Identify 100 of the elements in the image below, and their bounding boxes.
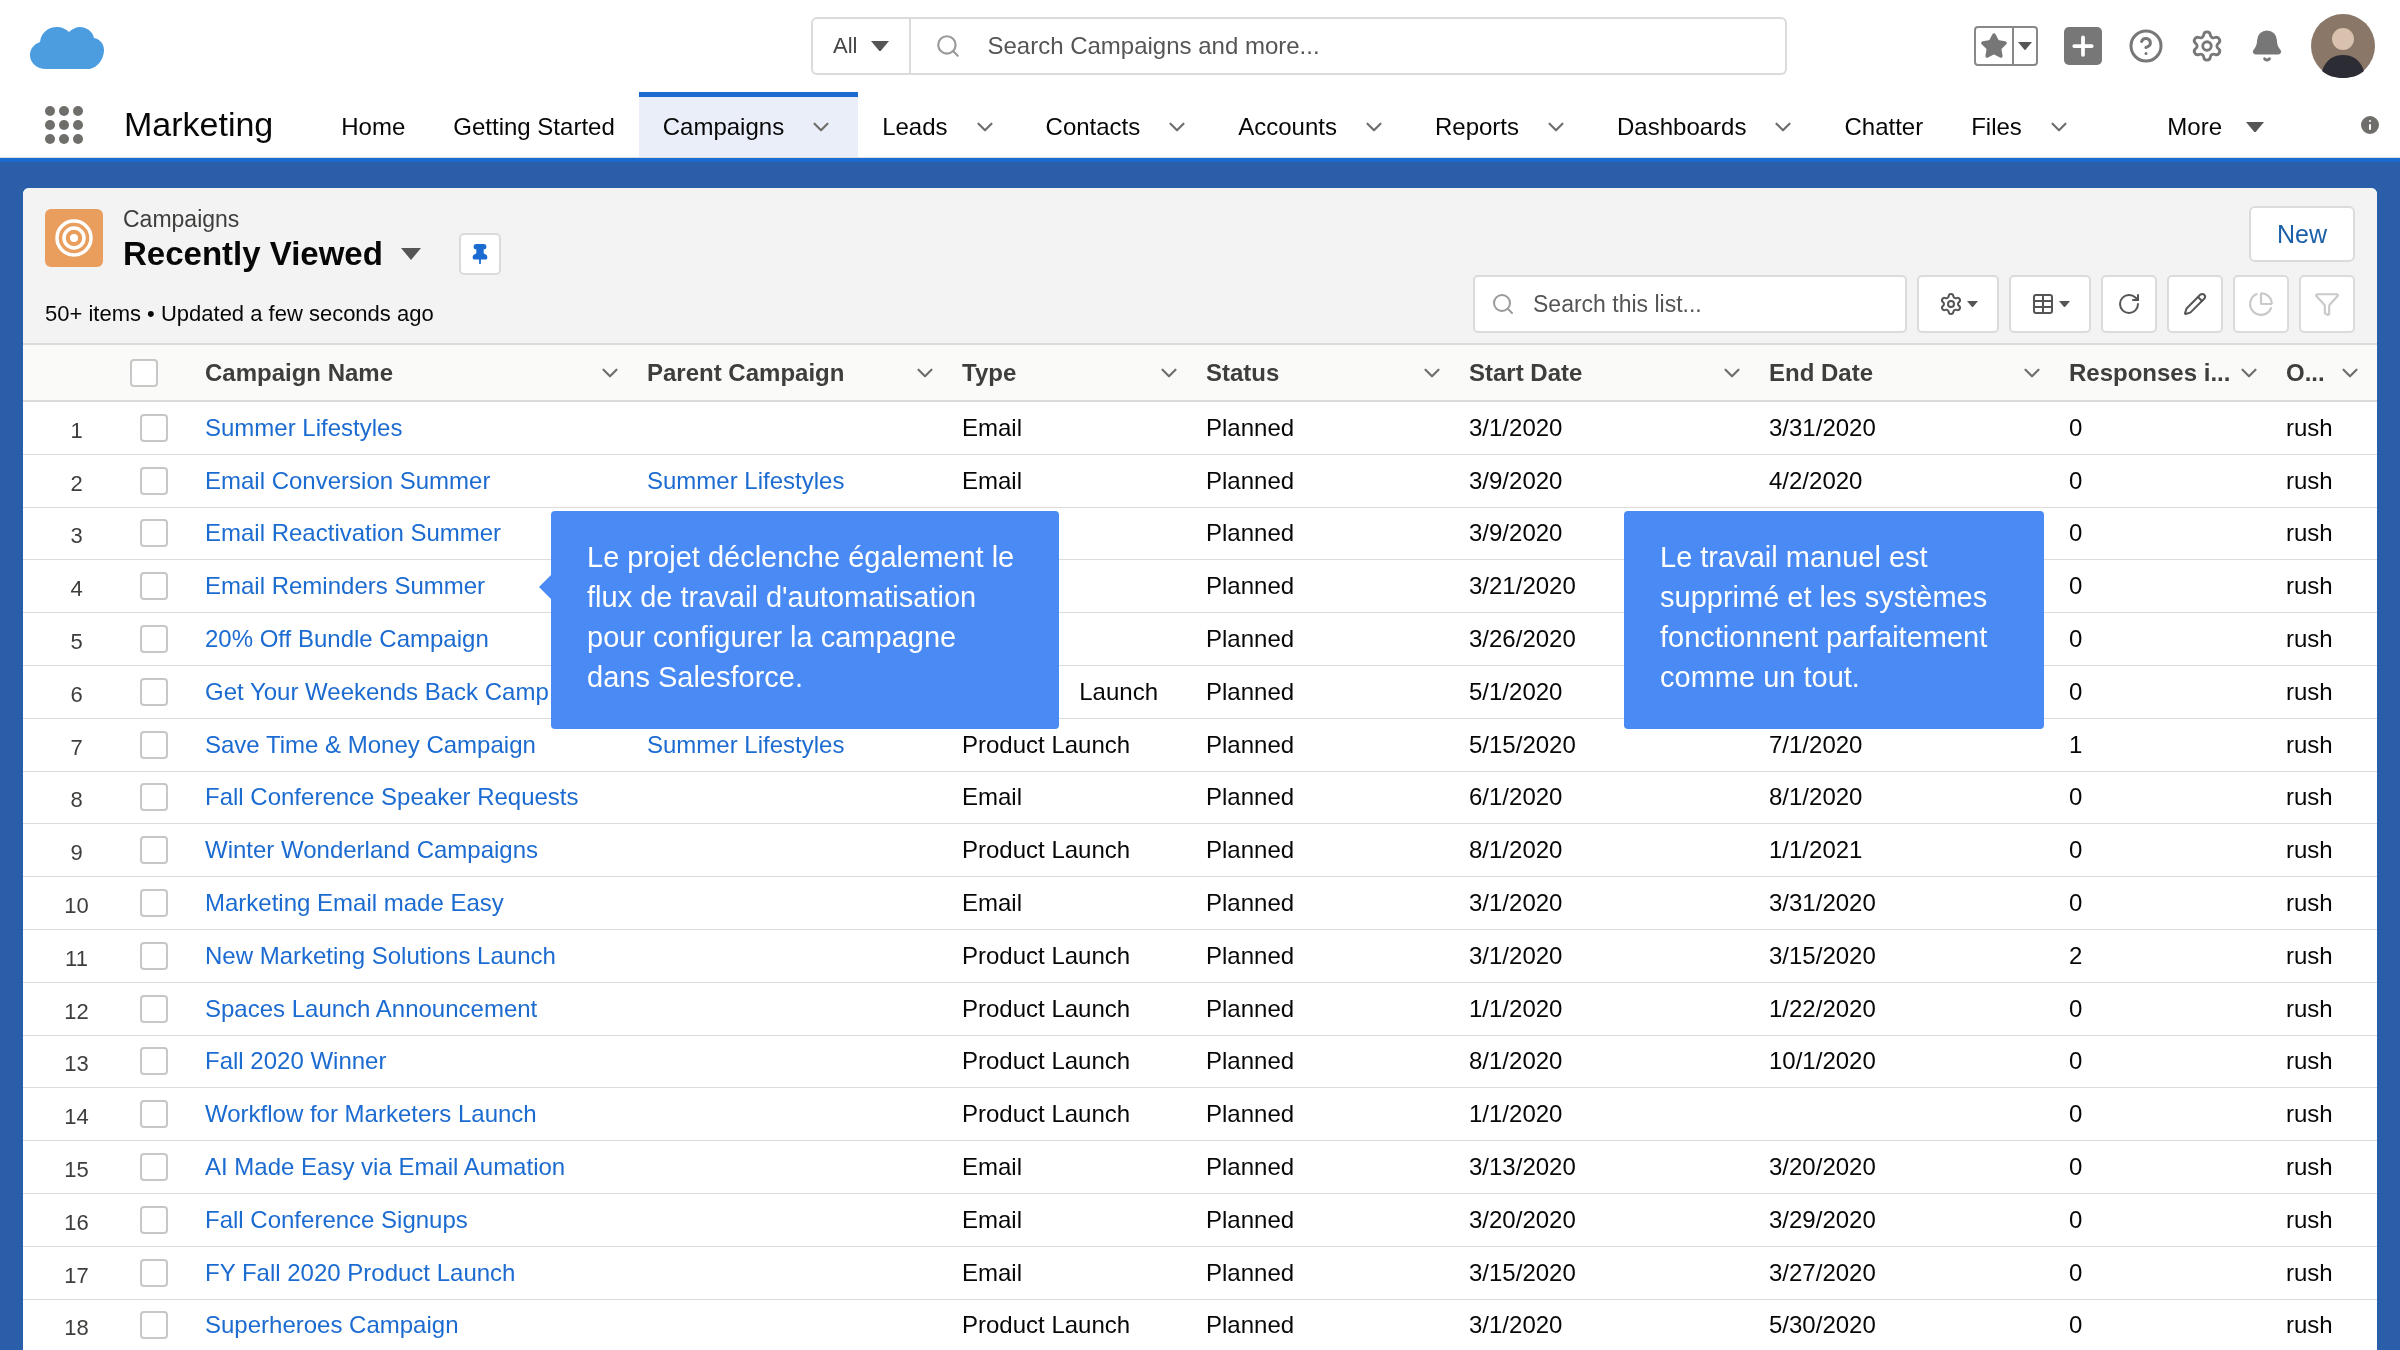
record-link[interactable]: AI Made Easy via Email Aumation bbox=[205, 1153, 566, 1182]
table-cell: rush bbox=[2286, 889, 2333, 918]
table-cell: 3/1/2020 bbox=[1469, 889, 1563, 918]
column-header[interactable]: Campaign Name bbox=[195, 345, 637, 402]
row-checkbox[interactable] bbox=[140, 1311, 168, 1340]
table-cell: 3/31/2020 bbox=[1769, 889, 1876, 918]
record-link[interactable]: Workflow for Marketers Launch bbox=[205, 1100, 537, 1129]
record-link[interactable]: Email Conversion Summer bbox=[205, 466, 491, 495]
nav-tab[interactable]: Campaigns bbox=[638, 92, 859, 157]
edit-button[interactable] bbox=[2167, 275, 2223, 333]
row-checkbox[interactable] bbox=[140, 519, 168, 548]
nav-tab[interactable]: Chatter bbox=[1820, 92, 1948, 157]
new-button[interactable]: New bbox=[2249, 206, 2355, 262]
row-number: 2 bbox=[23, 454, 130, 508]
record-link[interactable]: Fall Conference Signups bbox=[205, 1205, 468, 1234]
app-name: Marketing bbox=[124, 104, 274, 145]
caret-icon bbox=[1966, 300, 1978, 308]
record-link[interactable]: Summer Lifestyles bbox=[647, 466, 845, 495]
caret-icon bbox=[871, 40, 890, 52]
bell-icon[interactable] bbox=[2250, 29, 2284, 63]
row-checkbox[interactable] bbox=[140, 677, 168, 706]
avatar[interactable] bbox=[2310, 13, 2376, 79]
column-header[interactable]: Start Date bbox=[1459, 345, 1759, 402]
list-search-field[interactable]: Search this list... bbox=[1473, 275, 1907, 333]
record-link[interactable]: Summer Lifestyles bbox=[205, 413, 403, 442]
record-link[interactable]: 20% Off Bundle Campaign bbox=[205, 625, 489, 654]
column-header[interactable]: O... bbox=[2276, 345, 2377, 402]
select-all-checkbox[interactable] bbox=[130, 358, 158, 387]
row-number: 17 bbox=[23, 1246, 130, 1300]
table-cell: 0 bbox=[2069, 1047, 2083, 1076]
record-link[interactable]: Fall Conference Speaker Requests bbox=[205, 783, 579, 812]
table-cell: Planned bbox=[1206, 836, 1295, 865]
row-checkbox[interactable] bbox=[140, 889, 168, 918]
row-checkbox[interactable] bbox=[140, 994, 168, 1023]
record-link[interactable]: Email Reactivation Summer bbox=[205, 519, 502, 548]
table-cell: 3/15/2020 bbox=[1469, 1258, 1576, 1287]
record-link[interactable]: Email Reminders Summer bbox=[205, 572, 486, 601]
table-cell: 0 bbox=[2069, 889, 2083, 918]
record-link[interactable]: Save Time & Money Campaign bbox=[205, 730, 536, 759]
add-icon[interactable] bbox=[2064, 27, 2102, 65]
column-header[interactable]: Type bbox=[952, 345, 1196, 402]
global-search-field[interactable]: Search Campaigns and more... bbox=[911, 17, 1787, 75]
nav-tab[interactable]: Contacts bbox=[1021, 92, 1215, 157]
row-checkbox[interactable] bbox=[140, 625, 168, 654]
pie-chart-icon bbox=[2248, 291, 2274, 317]
row-number: 11 bbox=[23, 929, 130, 983]
app-launcher-icon[interactable] bbox=[44, 104, 84, 145]
record-link[interactable]: Spaces Launch Announcement bbox=[205, 994, 538, 1023]
row-checkbox[interactable] bbox=[140, 941, 168, 970]
search-scope-dropdown[interactable]: All bbox=[811, 17, 912, 75]
settings-button[interactable] bbox=[1917, 275, 1999, 333]
nav-tab[interactable]: Accounts bbox=[1214, 92, 1411, 157]
row-checkbox[interactable] bbox=[140, 466, 168, 495]
column-header[interactable]: Responses i... bbox=[2059, 345, 2276, 402]
row-number: 14 bbox=[23, 1088, 130, 1142]
record-link[interactable]: Summer Lifestyles bbox=[647, 730, 845, 759]
nav-tab[interactable]: Home bbox=[317, 92, 430, 157]
table-cell: Email bbox=[962, 889, 1022, 918]
row-checkbox[interactable] bbox=[140, 783, 168, 812]
table-cell: Planned bbox=[1206, 783, 1295, 812]
table-cell: Product Launch bbox=[962, 1047, 1131, 1076]
table-cell: 1/22/2020 bbox=[1769, 994, 1876, 1023]
table-cell: Planned bbox=[1206, 941, 1295, 970]
refresh-button[interactable] bbox=[2101, 275, 2157, 333]
nav-tab[interactable]: Leads bbox=[858, 92, 1022, 157]
row-checkbox[interactable] bbox=[140, 1205, 168, 1234]
table-cell: Planned bbox=[1206, 677, 1295, 706]
settings-icon[interactable] bbox=[2190, 29, 2224, 63]
favorites-button[interactable] bbox=[1974, 26, 2038, 66]
column-header[interactable]: Status bbox=[1196, 345, 1459, 402]
pin-button[interactable] bbox=[458, 233, 501, 275]
record-link[interactable]: Marketing Email made Easy bbox=[205, 889, 504, 918]
row-checkbox[interactable] bbox=[140, 730, 168, 759]
column-header[interactable]: Parent Campaign bbox=[637, 345, 952, 402]
row-checkbox[interactable] bbox=[140, 1153, 168, 1182]
column-header[interactable]: End Date bbox=[1759, 345, 2059, 402]
help-icon[interactable] bbox=[2128, 28, 2164, 64]
row-number: 4 bbox=[23, 560, 130, 614]
nav-tab[interactable]: Getting Started bbox=[429, 92, 639, 157]
row-checkbox[interactable] bbox=[140, 572, 168, 601]
table-cell: 3/1/2020 bbox=[1469, 941, 1563, 970]
row-checkbox[interactable] bbox=[140, 1047, 168, 1076]
record-link[interactable]: Winter Wonderland Campaigns bbox=[205, 836, 539, 865]
record-link[interactable]: FY Fall 2020 Product Launch bbox=[205, 1258, 516, 1287]
row-checkbox[interactable] bbox=[140, 1258, 168, 1287]
table-cell: rush bbox=[2286, 1205, 2333, 1234]
row-checkbox[interactable] bbox=[140, 1100, 168, 1129]
record-link[interactable]: New Marketing Solutions Launch bbox=[205, 941, 556, 970]
nav-tab[interactable]: Files bbox=[1947, 92, 2096, 157]
table-button[interactable] bbox=[2009, 275, 2091, 333]
nav-tab[interactable]: Reports bbox=[1411, 92, 1594, 157]
record-link[interactable]: Superheroes Campaign bbox=[205, 1311, 459, 1340]
nav-tab[interactable]: Dashboards bbox=[1593, 92, 1821, 157]
row-checkbox[interactable] bbox=[140, 836, 168, 865]
table-cell: Email bbox=[962, 1153, 1022, 1182]
row-checkbox[interactable] bbox=[140, 413, 168, 442]
record-link[interactable]: Get Your Weekends Back Camp bbox=[205, 677, 549, 706]
more-tab[interactable]: More bbox=[2143, 92, 2288, 157]
table-cell: Email bbox=[962, 783, 1022, 812]
record-link[interactable]: Fall 2020 Winner bbox=[205, 1047, 387, 1076]
